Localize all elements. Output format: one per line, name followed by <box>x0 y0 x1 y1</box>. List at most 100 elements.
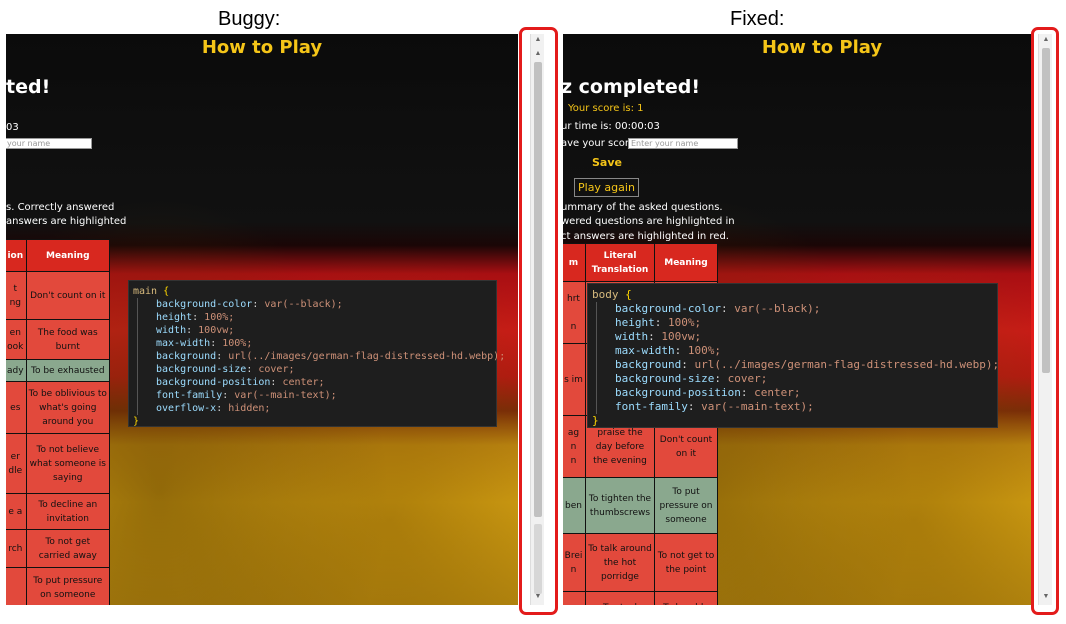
table-cell: ben <box>563 477 586 534</box>
css-declaration: width: 100vw; <box>615 330 702 343</box>
translation-cell: To steal <box>585 591 655 605</box>
css-value: var(--main-text); <box>701 400 814 413</box>
meaning-cell: To not believe what someone is saying <box>25 433 111 494</box>
css-code-block: body { background-color: var(--black); he… <box>587 283 1000 428</box>
summary-table: ion Meaning t ng Don't count on it en ook T… <box>6 239 111 605</box>
css-declaration: background-position: center; <box>615 386 801 399</box>
scrollbar-highlight <box>519 27 558 615</box>
css-declaration: background-color: var(--black); <box>156 299 343 310</box>
table-cell: m <box>563 591 586 605</box>
table-cell <box>6 567 27 605</box>
table-row: e a To decline an invitation <box>6 493 111 530</box>
summary-line-2: answers are highlighted <box>6 216 127 227</box>
css-property: font-family <box>615 400 688 413</box>
css-property: background <box>156 351 217 362</box>
css-property: background-size <box>615 372 715 385</box>
page-title[interactable]: How to Play <box>613 37 1031 58</box>
table-cell: e a <box>6 493 27 530</box>
score-text: Your score is: 1 <box>568 103 644 114</box>
css-value: center; <box>754 386 801 399</box>
table-row: Brei n To talk around the hot porridge To … <box>563 533 718 592</box>
quiz-heading: z completed! <box>563 76 701 98</box>
table-cell: s im <box>563 343 586 416</box>
css-declaration: background-color: var(--black); <box>615 302 821 315</box>
meaning-cell: To not get carried away <box>25 529 111 568</box>
css-value: url(../images/german-flag-distressed-hd.… <box>694 358 1000 371</box>
css-value: var(--black); <box>734 302 821 315</box>
scrollbar-highlight <box>1031 27 1059 615</box>
css-declaration: background-size: cover; <box>615 372 768 385</box>
table-cell: rch <box>6 529 27 568</box>
css-property: overflow-x <box>156 403 217 414</box>
table-row: ady To be exhausted <box>6 359 111 382</box>
css-declaration: height: 100%; <box>156 312 235 323</box>
table-cell: ag n n <box>563 415 586 478</box>
css-value: 100%; <box>204 312 235 323</box>
save-button[interactable]: Save <box>592 156 622 169</box>
css-declaration: background-position: center; <box>156 377 325 388</box>
css-declaration: height: 100%; <box>615 316 702 329</box>
summary-line-2: wered questions are highlighted in <box>563 216 735 227</box>
meaning-cell: Don't count on it <box>25 271 111 320</box>
meaning-cell: The food was burnt <box>25 319 111 360</box>
name-input[interactable]: Enter your name <box>628 138 738 149</box>
play-again-button[interactable]: Play again <box>574 178 639 197</box>
css-selector: main <box>133 286 158 297</box>
css-property: background-color <box>615 302 721 315</box>
css-declaration: background-size: cover; <box>156 364 295 375</box>
css-code-block: main { background-color: var(--black); he… <box>128 280 505 427</box>
meaning-cell: To be exhausted <box>25 359 111 382</box>
table-cell: hrt n <box>563 281 586 344</box>
css-declaration: font-family: var(--main-text); <box>156 390 337 401</box>
translation-cell: To talk around the hot porridge <box>585 533 655 592</box>
css-property: height <box>156 312 193 323</box>
css-property: width <box>156 325 187 336</box>
table-cell: Brei n <box>563 533 586 592</box>
table-cell: en ook <box>6 319 27 360</box>
meaning-cell: To not get to the point <box>654 533 718 592</box>
meaning-cell: To be oblivious to what's going around y… <box>25 381 111 434</box>
translation-cell: To tighten the thumbscrews <box>585 477 655 534</box>
table-row: rch To not get carried away <box>6 529 111 568</box>
name-input[interactable]: your name <box>6 138 92 149</box>
css-property: background-position <box>615 386 741 399</box>
fixed-label: Fixed: <box>730 8 785 30</box>
css-value: var(--main-text); <box>234 390 337 401</box>
css-property: background <box>615 358 682 371</box>
css-declaration: max-width: 100%; <box>156 338 253 349</box>
css-property: background-position <box>156 377 271 388</box>
css-value: 100vw; <box>661 330 702 343</box>
meaning-cell: To decline an invitation <box>25 493 111 530</box>
css-property: width <box>615 330 649 343</box>
css-declaration: max-width: 100%; <box>615 344 721 357</box>
css-declaration: font-family: var(--main-text); <box>615 400 814 413</box>
column-header: m <box>563 243 586 282</box>
column-header: Literal Translation <box>585 243 655 282</box>
css-property: background-size <box>156 364 247 375</box>
table-row: er dle To not believe what someone is say… <box>6 433 111 494</box>
table-row: es To be oblivious to what's going around… <box>6 381 111 434</box>
css-property: background-color <box>156 299 253 310</box>
css-value: 100%; <box>222 338 253 349</box>
css-value: center; <box>282 377 325 388</box>
table-cell: er dle <box>6 433 27 494</box>
table-row: ben To tighten the thumbscrews To put pres… <box>563 477 718 534</box>
column-header: Meaning <box>654 243 718 282</box>
column-header: Meaning <box>25 239 111 272</box>
meaning-cell: To put pressure on someone <box>654 477 718 534</box>
fixed-screenshot: How to Play z completed! Your score is: … <box>563 34 1031 605</box>
table-row: To put pressure on someone <box>6 567 111 605</box>
table-cell: t ng <box>6 271 27 320</box>
meaning-cell: To put pressure on someone <box>25 567 111 605</box>
css-value: cover; <box>727 372 768 385</box>
page-title[interactable]: How to Play <box>6 37 518 58</box>
css-value: cover; <box>258 364 295 375</box>
css-declaration: background: url(../images/german-flag-di… <box>615 358 1000 371</box>
css-property: max-width <box>156 338 211 349</box>
summary-line-1: ummary of the asked questions. <box>563 202 723 213</box>
table-cell: ady <box>6 359 27 382</box>
table-row: en ook The food was burnt <box>6 319 111 360</box>
css-declaration: width: 100vw; <box>156 325 235 336</box>
summary-line-3: ct answers are highlighted in red. <box>563 231 729 242</box>
table-row: t ng Don't count on it <box>6 271 111 320</box>
